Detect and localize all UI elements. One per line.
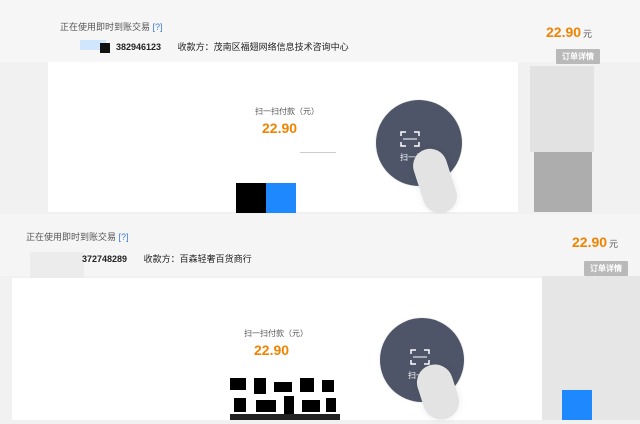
order-number: 372748289 <box>82 254 128 264</box>
order-info-bottom: 372748289 收款方：百森轻奢百货商行 <box>82 252 252 265</box>
payee-name: 收款方：百森轻奢百货商行 <box>143 254 252 264</box>
order-info-top: 382946123 收款方：茂南区福翅网络信息技术咨询中心 <box>116 40 349 53</box>
scan-pay-amount-top: 22.90 <box>262 120 298 136</box>
order-detail-button[interactable]: 订单详情 <box>556 49 600 64</box>
status-help-link[interactable]: [?] <box>153 22 163 32</box>
amount-unit: 元 <box>583 29 593 39</box>
qr-code-fragment-blue <box>266 183 296 213</box>
order-number: 382946123 <box>116 42 162 52</box>
side-qr-placeholder-top <box>534 152 592 212</box>
order-header-bottom <box>0 214 640 276</box>
status-text: 正在使用即时到账交易 <box>26 232 117 242</box>
transaction-status-bottom: 正在使用即时到账交易 [?] <box>26 230 129 243</box>
order-detail-button[interactable]: 订单详情 <box>584 261 628 276</box>
status-text: 正在使用即时到账交易 <box>60 22 151 32</box>
scan-frame-icon <box>410 349 430 365</box>
amount-value: 22.90 <box>546 24 582 40</box>
divider-top <box>300 152 336 153</box>
order-number-mosaic <box>30 252 84 280</box>
order-number-mosaic-dark <box>100 43 110 53</box>
order-amount-bottom: 22.90 元 <box>572 234 618 250</box>
qr-code-fragment-dark <box>236 183 266 213</box>
transaction-status-top: 正在使用即时到账交易 [?] <box>60 20 163 33</box>
side-placeholder-top <box>530 66 594 152</box>
amount-value: 22.90 <box>572 234 608 250</box>
status-help-link[interactable]: [?] <box>119 232 129 242</box>
scan-pay-amount-bottom: 22.90 <box>254 342 290 358</box>
amount-unit: 元 <box>609 239 619 249</box>
order-amount-top: 22.90 元 <box>546 24 592 40</box>
payee-name: 收款方：茂南区福翅网络信息技术咨询中心 <box>177 42 349 52</box>
scan-pay-label-bottom: 扫一扫付款（元） <box>244 329 308 338</box>
scan-pay-label-top: 扫一扫付款（元） <box>255 107 319 116</box>
qr-code-fragment-bottom <box>230 378 340 420</box>
scan-frame-icon <box>400 131 420 147</box>
side-qr-fragment-bottom <box>562 390 592 420</box>
payment-panel-top: 正在使用即时到账交易 [?] 382946123 收款方：茂南区福翅网络信息技术… <box>0 0 640 218</box>
payment-panel-bottom: 正在使用即时到账交易 [?] 372748289 收款方：百森轻奢百货商行 22… <box>0 214 640 424</box>
